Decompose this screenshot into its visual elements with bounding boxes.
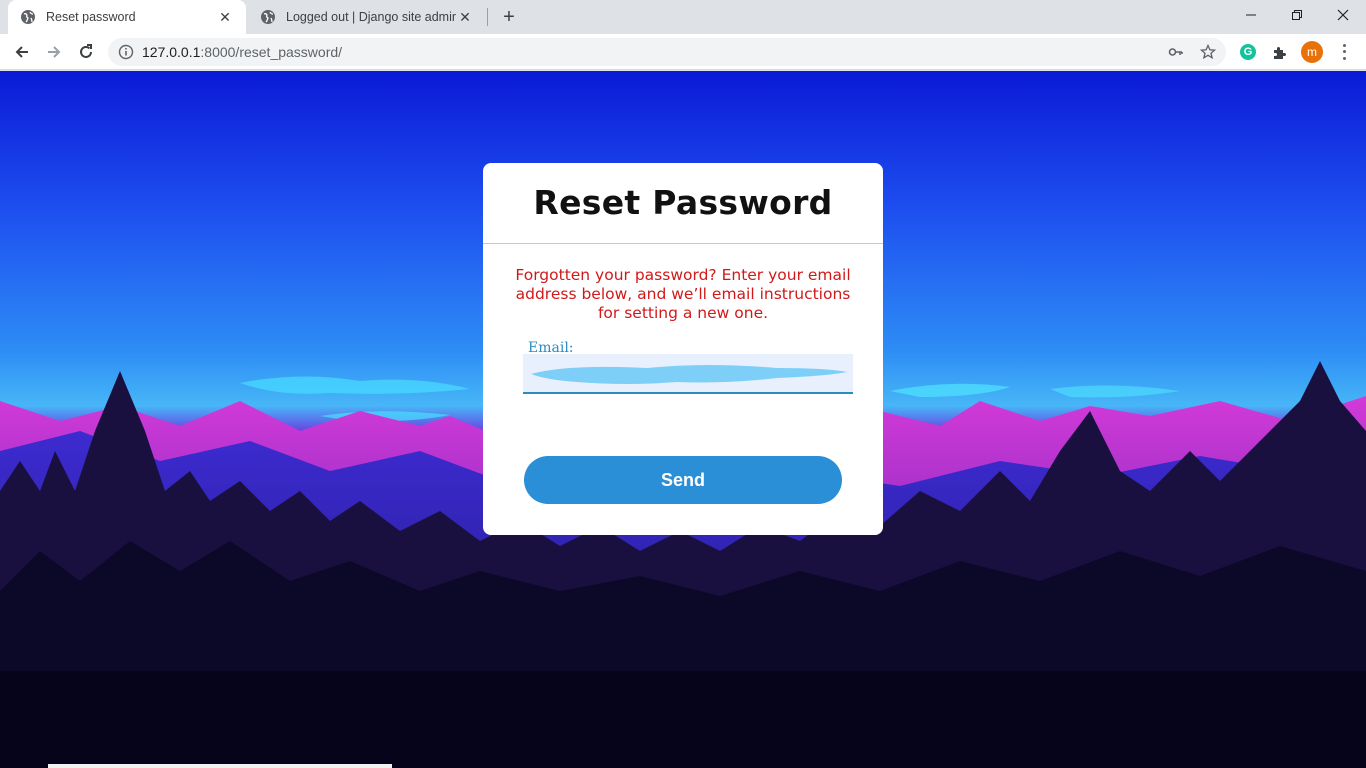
arrow-left-icon <box>15 46 28 58</box>
page-viewport: Reset Password Forgotten your password? … <box>0 71 1366 768</box>
divider <box>483 243 883 244</box>
restore-button[interactable] <box>1274 0 1320 30</box>
extensions-puzzle-icon[interactable] <box>1271 44 1289 62</box>
minimize-button[interactable] <box>1228 0 1274 30</box>
close-icon[interactable]: ✕ <box>456 8 474 26</box>
instructions-text: Forgotten your password? Enter your emai… <box>515 266 851 322</box>
close-icon[interactable]: ✕ <box>216 8 234 26</box>
grammarly-extension-icon[interactable]: G <box>1240 44 1256 60</box>
info-icon[interactable] <box>118 44 134 60</box>
back-button[interactable] <box>8 38 36 66</box>
profile-avatar[interactable]: m <box>1301 41 1323 63</box>
tab-reset-password[interactable]: Reset password ✕ <box>8 0 246 34</box>
redacted-email-scribble <box>531 365 847 384</box>
close-icon <box>1337 9 1349 21</box>
url-path: :8000/reset_password/ <box>200 44 343 60</box>
address-bar[interactable]: 127.0.0.1:8000/reset_password/ <box>108 38 1226 66</box>
key-icon[interactable] <box>1168 44 1184 60</box>
reload-icon <box>80 44 92 58</box>
reset-password-card: Reset Password Forgotten your password? … <box>483 163 883 535</box>
menu-kebab-icon[interactable] <box>1336 42 1352 62</box>
star-icon[interactable] <box>1200 44 1216 60</box>
tab-title: Logged out | Django site admin <box>286 10 456 24</box>
reload-button[interactable] <box>72 38 100 66</box>
forward-button[interactable] <box>40 38 68 66</box>
tab-separator <box>487 8 488 26</box>
browser-toolbar: 127.0.0.1:8000/reset_password/ G m <box>0 34 1366 70</box>
arrow-right-icon <box>48 46 61 58</box>
restore-icon <box>1292 10 1302 20</box>
tab-django-admin[interactable]: Logged out | Django site admin ✕ <box>248 0 486 34</box>
globe-icon <box>21 10 35 24</box>
globe-icon <box>261 10 275 24</box>
send-button[interactable]: Send <box>524 456 842 504</box>
horizontal-scrollbar[interactable] <box>48 764 392 768</box>
url-text: 127.0.0.1:8000/reset_password/ <box>142 44 1226 60</box>
tab-title: Reset password <box>46 10 136 24</box>
url-host: 127.0.0.1 <box>142 44 201 60</box>
tab-strip: Reset password ✕ Logged out | Django sit… <box>0 0 1366 34</box>
new-tab-button[interactable]: + <box>497 5 521 29</box>
page-title: Reset Password <box>533 183 833 222</box>
minimize-icon <box>1246 14 1256 16</box>
close-window-button[interactable] <box>1320 0 1366 30</box>
